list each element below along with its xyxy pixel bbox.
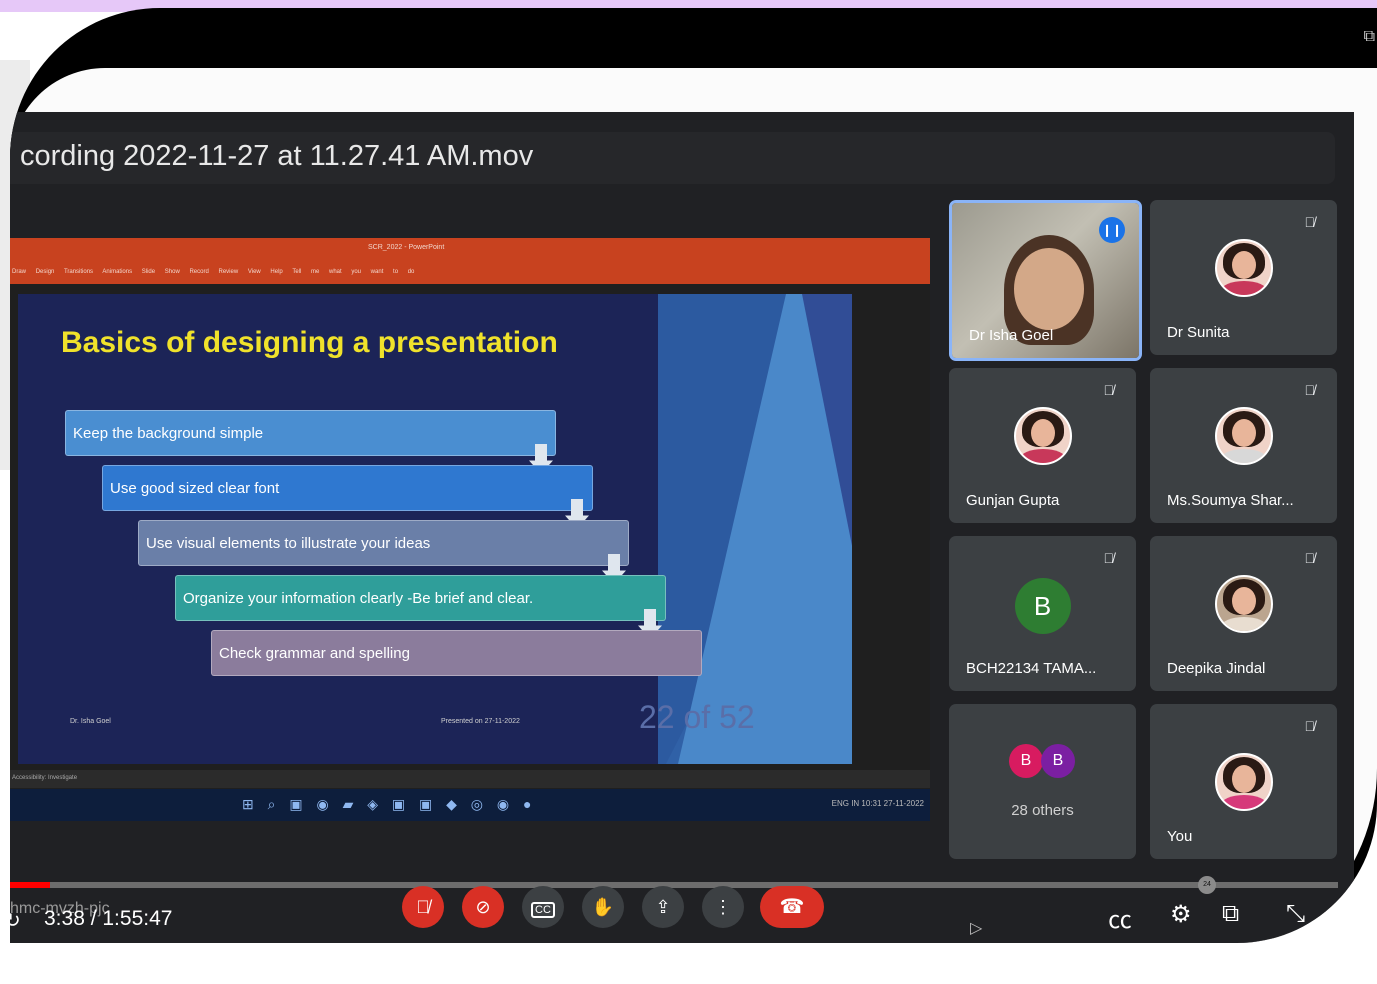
- participant-name: Deepika Jindal: [1167, 660, 1266, 677]
- participant-tile-others[interactable]: B B 28 others: [949, 704, 1136, 859]
- slide-page-number: 22 of 52: [639, 699, 755, 735]
- accessibility-status: Accessibility: Investigate: [12, 775, 78, 781]
- more-options-button[interactable]: ⋮: [702, 886, 744, 928]
- subtitles-icon[interactable]: ㏄: [1108, 900, 1132, 935]
- participant-name: Dr Sunita: [1167, 324, 1230, 341]
- slide-step-3: Use visual elements to illustrate your i…: [138, 520, 629, 566]
- participant-tile[interactable]: 🎙̸ Gunjan Gupta: [949, 368, 1136, 523]
- present-icon: ⇪: [655, 897, 671, 917]
- hand-icon: ✋: [591, 897, 615, 917]
- participant-tile[interactable]: 🎙̸ Dr Sunita: [1150, 200, 1337, 355]
- avatar: [1214, 239, 1273, 298]
- participant-name: Gunjan Gupta: [966, 492, 1060, 509]
- leave-call-button[interactable]: ☎: [760, 886, 824, 928]
- participant-tile-speaker[interactable]: ❙❙ Dr Isha Goel: [949, 200, 1142, 361]
- participant-name: You: [1167, 828, 1193, 845]
- powerpoint-window: SCR_2022 - PowerPoint Draw Design Transi…: [10, 238, 930, 821]
- phone-hangup-icon: ☎: [779, 896, 805, 918]
- present-button[interactable]: ⇪: [642, 886, 684, 928]
- avatar: [1214, 407, 1273, 466]
- mic-off-icon: 🎙̸: [416, 897, 430, 917]
- exit-fullscreen-icon[interactable]: ⤡: [1286, 900, 1305, 928]
- others-count: 28 others: [1011, 802, 1074, 819]
- mic-muted-icon: 🎙̸: [1304, 382, 1316, 398]
- slide-canvas: Basics of designing a presentation Keep …: [18, 294, 852, 764]
- replay-icon[interactable]: ↻: [10, 908, 21, 933]
- avatar: [1013, 407, 1072, 466]
- avatar: [1214, 752, 1273, 811]
- avatar-letter: B: [1014, 577, 1071, 634]
- time-display: 3:38 / 1:55:47: [44, 907, 173, 930]
- mouse-cursor-icon: ▷: [970, 920, 983, 937]
- progress-fill: [10, 882, 50, 888]
- slide-presented-date: Presented on 27-11-2022: [441, 718, 520, 725]
- recording-title: cording 2022-11-27 at 11.27.41 AM.mov: [20, 140, 534, 172]
- slide-step-5: Check grammar and spelling: [211, 630, 702, 676]
- video-progress-bar[interactable]: 24: [10, 876, 1338, 894]
- powerpoint-menu[interactable]: Draw Design Transitions Animations Slide…: [12, 269, 414, 275]
- participant-name: Dr Isha Goel: [969, 327, 1054, 344]
- participant-name: Ms.Soumya Shar...: [1167, 492, 1294, 509]
- more-vert-icon: ⋮: [714, 897, 732, 917]
- slide-author: Dr. Isha Goel: [70, 718, 111, 725]
- mic-off-button[interactable]: 🎙̸: [402, 886, 444, 928]
- participant-name: BCH22134 TAMA...: [966, 660, 1097, 677]
- mic-muted-icon: 🎙̸: [1103, 382, 1115, 398]
- meet-recording-screen: cording 2022-11-27 at 11.27.41 AM.mov SC…: [10, 112, 1354, 943]
- powerpoint-title: SCR_2022 - PowerPoint: [368, 244, 445, 251]
- participant-tile[interactable]: 🎙̸ Deepika Jindal: [1150, 536, 1337, 691]
- captions-button[interactable]: CC: [522, 886, 564, 928]
- powerpoint-status-bar: Accessibility: Investigate: [10, 770, 930, 788]
- participant-tile[interactable]: 🎙̸ B BCH22134 TAMA...: [949, 536, 1136, 691]
- slide-step-4: Organize your information clearly -Be br…: [175, 575, 666, 621]
- avatar: [1214, 575, 1273, 634]
- system-tray: ENG IN 10:31 27-11-2022: [831, 799, 924, 808]
- powerpoint-ribbon: SCR_2022 - PowerPoint Draw Design Transi…: [10, 238, 930, 284]
- camera-off-button[interactable]: ⊘: [462, 886, 504, 928]
- participant-tile-self[interactable]: 🎙̸ You: [1150, 704, 1337, 859]
- speaking-indicator-icon: ❙❙: [1099, 217, 1125, 243]
- mic-muted-icon: 🎙̸: [1103, 550, 1115, 566]
- captions-icon: CC: [531, 902, 555, 918]
- taskbar-app-icons[interactable]: ⊞ ⌕ ▣ ◉ ▰ ◈ ▣ ▣ ◆ ◎ ◉ ●: [242, 796, 536, 813]
- mic-muted-icon: 🎙̸: [1304, 718, 1316, 734]
- mic-muted-icon: 🎙̸: [1304, 550, 1316, 566]
- slide-step-1: Keep the background simple: [65, 410, 556, 456]
- share-icon[interactable]: ⧉: [1364, 28, 1375, 46]
- miniplayer-icon[interactable]: ⧉: [1222, 900, 1239, 928]
- windows-taskbar: ⊞ ⌕ ▣ ◉ ▰ ◈ ▣ ▣ ◆ ◎ ◉ ● ENG IN 10:31 27-…: [10, 789, 930, 821]
- raise-hand-button[interactable]: ✋: [582, 886, 624, 928]
- mic-muted-icon: 🎙̸: [1304, 214, 1316, 230]
- mini-avatar: B: [1041, 744, 1075, 778]
- slide-step-2: Use good sized clear font: [102, 465, 593, 511]
- settings-gear-icon[interactable]: ⚙: [1170, 900, 1192, 929]
- participant-tile[interactable]: 🎙̸ Ms.Soumya Shar...: [1150, 368, 1337, 523]
- slide-title: Basics of designing a presentation: [61, 326, 558, 359]
- chapter-badge[interactable]: 24: [1198, 876, 1216, 894]
- video-frame: ⧉ cording 2022-11-27 at 11.27.41 AM.mov …: [10, 8, 1377, 943]
- recording-title-bar: cording 2022-11-27 at 11.27.41 AM.mov: [10, 132, 1335, 184]
- mini-avatar: B: [1009, 744, 1043, 778]
- others-avatars: B B: [1005, 744, 1085, 780]
- camera-off-icon: ⊘: [475, 897, 491, 917]
